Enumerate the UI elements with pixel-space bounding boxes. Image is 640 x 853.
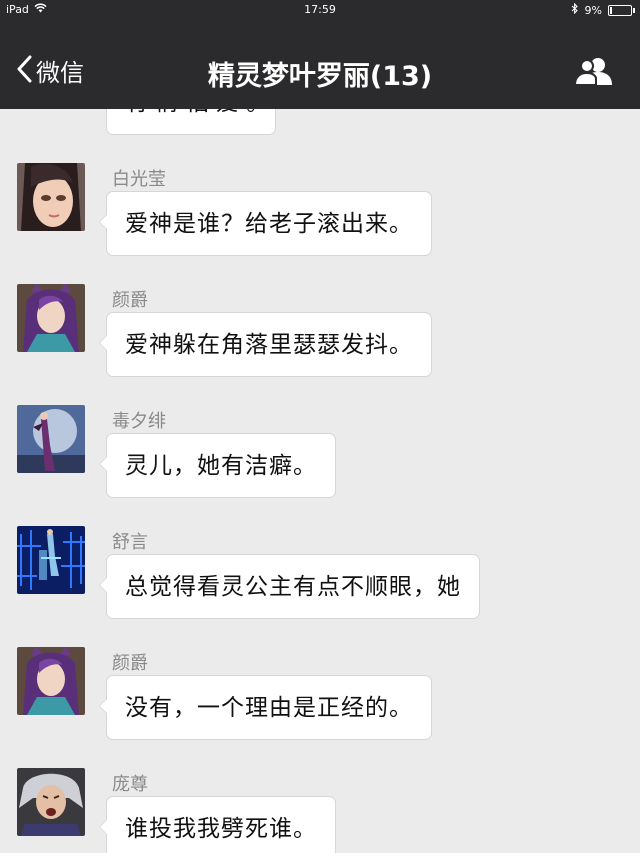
chat-title: 精灵梦叶罗丽(13) [207,61,433,92]
blue-grid-avatar[interactable] [17,526,85,594]
sender-name: 颜爵 [112,653,148,674]
purple-hair-avatar[interactable] [17,647,85,715]
chat-message-list[interactable]: 有 情 怕 爱 。 白光莹 爱神是谁？给老子滚出来。 [0,109,640,853]
message-bubble[interactable]: 有 情 怕 爱 。 [106,109,276,135]
purple-hair-avatar[interactable] [17,284,85,352]
status-time: 17:59 [304,3,336,16]
group-members-button[interactable] [573,56,614,90]
bluetooth-icon [571,2,579,17]
status-right: 9% [571,2,635,17]
sender-name: 舒言 [112,532,148,553]
group-members-icon [573,58,614,90]
white-haired-girl-avatar[interactable] [17,163,85,231]
message-bubble[interactable]: 总觉得看灵公主有点不顺眼，她 [99,554,480,619]
silver-hair-avatar[interactable] [17,768,85,836]
sender-name: 白光莹 [112,169,166,190]
message-bubble[interactable]: 爱神躲在角落里瑟瑟发抖。 [99,312,432,377]
message-bubble[interactable]: 灵儿，她有洁癖。 [99,433,336,498]
message-bubble[interactable]: 没有，一个理由是正经的。 [99,675,432,740]
message-bubble[interactable]: 爱神是谁？给老子滚出来。 [99,191,432,256]
battery-icon [608,4,635,16]
battery-fill [610,6,612,14]
sender-name: 庞尊 [112,774,148,795]
sender-name: 毒夕绯 [112,411,166,432]
sender-name: 颜爵 [112,290,148,311]
message-bubble[interactable]: 谁投我我劈死谁。 [99,796,336,853]
status-bar: iPad 17:59 9% [0,0,640,20]
navigation-bar: 微信 精灵梦叶罗丽(13) [0,20,640,109]
battery-percent: 9% [584,3,602,17]
moon-figure-avatar[interactable] [17,405,85,473]
